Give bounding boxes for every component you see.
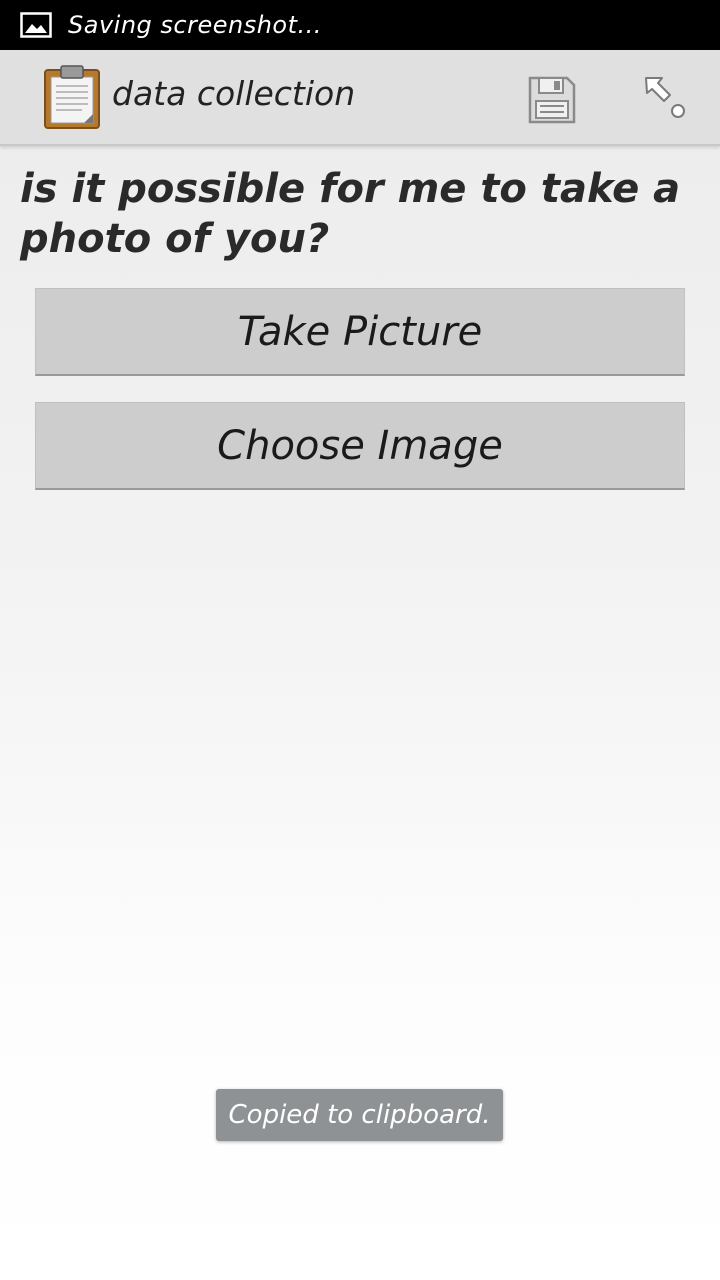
pointer-icon — [645, 77, 685, 118]
save-button[interactable] — [520, 68, 584, 132]
pointer-button[interactable] — [636, 70, 692, 126]
status-bar: Saving screenshot... — [0, 0, 720, 50]
action-bar: data collection — [0, 50, 720, 146]
app-title: data collection — [112, 74, 356, 113]
toast-message: Copied to clipboard. — [216, 1089, 503, 1141]
take-picture-button[interactable]: Take Picture — [35, 288, 685, 376]
status-notification-text: Saving screenshot... — [68, 11, 322, 39]
save-icon — [528, 76, 576, 124]
choose-image-button[interactable]: Choose Image — [35, 402, 685, 490]
image-icon — [20, 12, 52, 38]
question-text: is it possible for me to take a photo of… — [20, 166, 681, 262]
clipboard-icon[interactable] — [42, 64, 102, 130]
